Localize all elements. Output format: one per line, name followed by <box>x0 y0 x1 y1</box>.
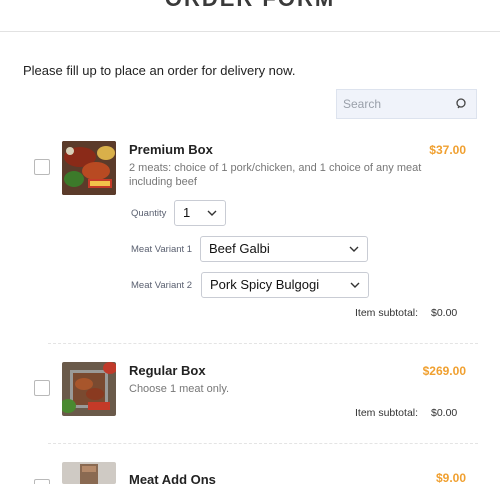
regular-box-price: $269.00 <box>422 364 466 378</box>
premium-box-name: Premium Box <box>129 142 213 157</box>
chevron-down-icon <box>349 246 359 252</box>
meat-add-ons-name: Meat Add Ons <box>129 472 216 484</box>
premium-box-price: $37.00 <box>429 143 466 157</box>
search-box[interactable] <box>336 89 477 119</box>
premium-box-image <box>62 141 116 195</box>
page-title: ORDER FORM <box>0 0 500 12</box>
premium-box-checkbox[interactable] <box>34 159 50 175</box>
regular-box-checkbox[interactable] <box>34 380 50 396</box>
quantity-label: Quantity <box>131 208 167 219</box>
meat-variant-1-label: Meat Variant 1 <box>131 244 193 255</box>
meat-add-ons-image <box>62 462 116 484</box>
divider <box>48 343 478 344</box>
premium-box-subtotal-label: Item subtotal: <box>355 307 419 319</box>
meat-add-ons-price: $9.00 <box>435 471 466 484</box>
premium-box-subtotal-value: $0.00 <box>431 307 458 319</box>
quantity-select[interactable]: 1 <box>174 200 226 226</box>
chevron-down-icon <box>207 210 217 216</box>
quantity-value: 1 <box>183 205 191 220</box>
header-bar: ORDER FORM <box>0 0 500 32</box>
regular-box-subtotal-label: Item subtotal: <box>355 407 419 419</box>
meat-variant-2-select[interactable]: Pork Spicy Bulgogi <box>201 272 369 298</box>
meat-add-ons-checkbox[interactable] <box>34 479 50 484</box>
divider <box>48 443 478 444</box>
regular-box-subtotal-value: $0.00 <box>431 407 458 419</box>
meat-variant-2-label: Meat Variant 2 <box>131 280 193 291</box>
regular-box-name: Regular Box <box>129 363 206 378</box>
chevron-down-icon <box>350 282 360 288</box>
regular-box-image <box>62 362 116 416</box>
meat-variant-1-value: Beef Galbi <box>209 241 270 256</box>
intro-text: Please fill up to place an order for del… <box>23 63 296 78</box>
search-icon[interactable] <box>455 97 469 111</box>
regular-box-description: Choose 1 meat only. <box>129 383 230 395</box>
meat-variant-2-value: Pork Spicy Bulgogi <box>210 277 320 292</box>
search-input[interactable] <box>337 90 447 118</box>
meat-variant-1-select[interactable]: Beef Galbi <box>200 236 368 262</box>
premium-box-description: 2 meats: choice of 1 pork/chicken, and 1… <box>129 162 422 188</box>
